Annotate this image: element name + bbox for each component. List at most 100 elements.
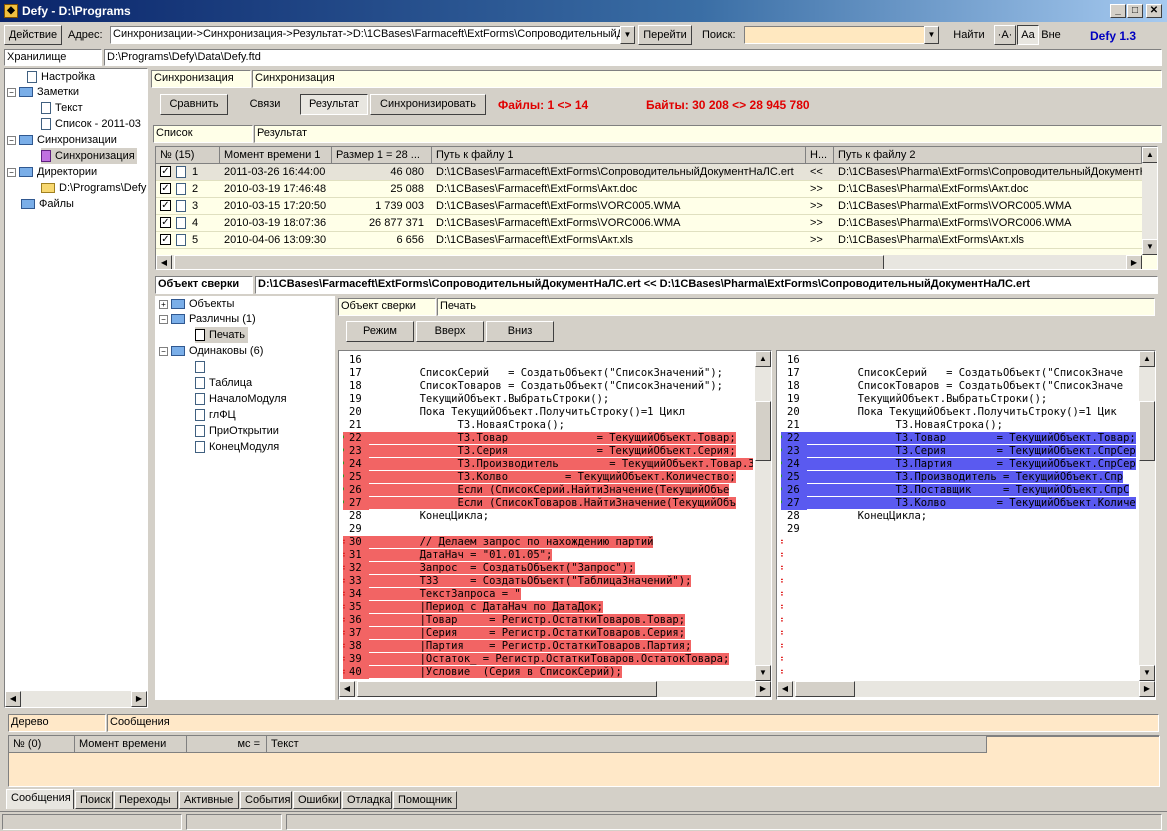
down-button[interactable]: Вниз (486, 321, 554, 342)
right-hscrollbar[interactable]: ◀ ▶ (777, 681, 1155, 697)
table-hscrollbar[interactable]: ◀ ▶ (156, 255, 1142, 269)
synchronize-button[interactable]: Синхронизировать (370, 94, 486, 115)
right-vscrollbar[interactable]: ▲ ▼ (1139, 351, 1155, 681)
tree-different[interactable]: − Различны (1) (159, 311, 256, 327)
scroll-up-icon[interactable]: ▲ (1139, 351, 1155, 367)
tree-hscrollbar[interactable]: ◀ ▶ (5, 691, 147, 707)
scroll-thumb[interactable] (1139, 401, 1155, 461)
tab-1[interactable]: Поиск (75, 791, 113, 809)
close-button[interactable]: ✕ (1146, 4, 1162, 18)
tab-5[interactable]: Ошибки (293, 791, 341, 809)
collapse-icon[interactable]: − (7, 167, 16, 177)
tree-empty[interactable] (195, 359, 209, 375)
collapse-icon[interactable]: − (7, 135, 16, 145)
table-row[interactable]: ✓ 1 2011-03-26 16:44:00 46 080 D:\1CBases\Fa… (156, 164, 1142, 181)
tree-module-start[interactable]: НачалоМодуля (195, 391, 287, 407)
find-button[interactable]: Найти (948, 25, 990, 45)
col-dir-header[interactable]: Н... (806, 147, 834, 164)
collapse-icon[interactable]: − (7, 87, 16, 97)
tree-item-syncs[interactable]: − Синхронизации (7, 132, 117, 148)
tree-objects[interactable]: + Объекты (159, 296, 234, 312)
go-button[interactable]: Перейти (638, 25, 692, 45)
col-path1-header[interactable]: Путь к файлу 1 (432, 147, 806, 164)
links-button[interactable]: Связи (238, 94, 292, 115)
row-checkbox[interactable]: ✓ (160, 200, 171, 211)
file-table[interactable]: № (15) Момент времени 1 Размер 1 = 28 ..… (155, 146, 1158, 270)
minimize-button[interactable]: _ (1110, 4, 1126, 18)
col-path2-header[interactable]: Путь к файлу 2 (834, 147, 1142, 164)
expand-icon[interactable]: + (159, 299, 168, 309)
tab-4[interactable]: События (240, 791, 292, 809)
storage-path[interactable]: D:\Programs\Defy\Data\Defy.ftd (104, 49, 1162, 66)
left-hscrollbar[interactable]: ◀ ▶ (339, 681, 771, 697)
scroll-thumb[interactable] (795, 681, 855, 697)
col-size-header[interactable]: Размер 1 = 28 ... (332, 147, 432, 164)
address-dropdown-icon[interactable]: ▼ (620, 26, 635, 44)
scroll-thumb[interactable] (357, 681, 657, 697)
scroll-up-icon[interactable]: ▲ (1142, 147, 1157, 163)
right-code-pane[interactable]: 16 17 СписокСерий = СоздатьОбъект("Список… (776, 350, 1156, 700)
tree-item-text[interactable]: Текст (41, 100, 83, 116)
match-case-toggle[interactable]: Aa (1017, 25, 1039, 45)
tree-item-notes[interactable]: − Заметки (7, 84, 79, 100)
table-row[interactable]: ✓ 4 2010-03-19 18:07:36 26 877 371 D:\1CBase… (156, 215, 1142, 232)
tab-7[interactable]: Помощник (393, 791, 457, 809)
row-checkbox[interactable]: ✓ (160, 217, 171, 228)
scroll-right-icon[interactable]: ▶ (1139, 681, 1155, 697)
messages-table[interactable]: № (0) Момент времени мс = Текст (8, 735, 1160, 787)
col-num-header[interactable]: № (15) (156, 147, 220, 164)
table-row[interactable]: ✓ 5 2010-04-06 13:09:30 6 656 D:\1CBases\Far… (156, 232, 1142, 249)
search-dropdown-icon[interactable]: ▼ (924, 26, 939, 44)
action-menu[interactable]: Действие (4, 25, 62, 45)
scroll-up-icon[interactable]: ▲ (755, 351, 771, 367)
tab-3[interactable]: Активные (179, 791, 239, 809)
scroll-right-icon[interactable]: ▶ (131, 691, 147, 707)
table-vscrollbar[interactable]: ▲ ▼ (1142, 147, 1157, 255)
row-checkbox[interactable]: ✓ (160, 166, 171, 177)
sync-name-value[interactable]: Синхронизация (252, 70, 1162, 88)
compare-path[interactable]: D:\1CBases\Farmaceft\ExtForms\Сопроводит… (255, 276, 1158, 294)
tab-6[interactable]: Отладка (342, 791, 392, 809)
tree-print[interactable]: Печать (195, 327, 249, 343)
tab-0[interactable]: Сообщения (6, 789, 74, 809)
scroll-down-icon[interactable]: ▼ (755, 665, 771, 681)
tree-item-list[interactable]: Список - 2011-03 (41, 116, 141, 132)
tree-item-files[interactable]: Файлы (21, 196, 74, 212)
tree-table[interactable]: Таблица (195, 375, 252, 391)
address-field[interactable]: Синхронизации->Синхронизация->Результат-… (110, 26, 624, 44)
scroll-right-icon[interactable]: ▶ (755, 681, 771, 697)
scroll-thumb[interactable] (174, 255, 884, 269)
scroll-right-icon[interactable]: ▶ (1126, 255, 1142, 269)
table-row[interactable]: ✓ 3 2010-03-15 17:20:50 1 739 003 D:\1CBases… (156, 198, 1142, 215)
msg-col-time[interactable]: Момент времени (75, 736, 187, 753)
tree-glfc[interactable]: глФЦ (195, 407, 236, 423)
row-checkbox[interactable]: ✓ (160, 183, 171, 194)
obj-value[interactable]: Печать (437, 298, 1155, 316)
table-row[interactable]: ✓ 2 2010-03-19 17:46:48 25 088 D:\1CBases\Fa… (156, 181, 1142, 198)
compare-button[interactable]: Сравнить (160, 94, 228, 115)
tree-item-settings[interactable]: Настройка (13, 69, 95, 85)
tree-same[interactable]: − Одинаковы (6) (159, 343, 263, 359)
scroll-left-icon[interactable]: ◀ (777, 681, 793, 697)
collapse-icon[interactable]: − (159, 314, 168, 324)
tree-item-dirs[interactable]: − Директории (7, 164, 97, 180)
external-toggle[interactable]: Вне (1039, 25, 1063, 45)
navigation-tree[interactable]: Настройка − Заметки Текст Список - 2011-0… (4, 68, 148, 708)
maximize-button[interactable]: □ (1127, 4, 1143, 18)
tree-module-end[interactable]: КонецМодуля (195, 439, 279, 455)
object-tree[interactable]: + Объекты − Различны (1) Печать − Одинаковы… (155, 296, 335, 700)
tree-on-open[interactable]: ПриОткрытии (195, 423, 279, 439)
search-input[interactable] (744, 26, 928, 44)
collapse-icon[interactable]: − (159, 346, 168, 356)
scroll-down-icon[interactable]: ▼ (1142, 239, 1157, 255)
scroll-left-icon[interactable]: ◀ (339, 681, 355, 697)
scroll-thumb[interactable] (755, 401, 771, 461)
scroll-left-icon[interactable]: ◀ (5, 691, 21, 707)
tree-item-sync[interactable]: Синхронизация (41, 148, 137, 164)
msg-col-text[interactable]: Текст (267, 736, 987, 753)
msg-col-ms[interactable]: мс = (187, 736, 267, 753)
tree-item-dir-path[interactable]: D:\Programs\Defy (41, 180, 146, 196)
up-button[interactable]: Вверх (416, 321, 484, 342)
msg-col-num[interactable]: № (0) (9, 736, 75, 753)
left-code-pane[interactable]: 16 17 СписокСерий = СоздатьОбъект("Список… (338, 350, 772, 700)
